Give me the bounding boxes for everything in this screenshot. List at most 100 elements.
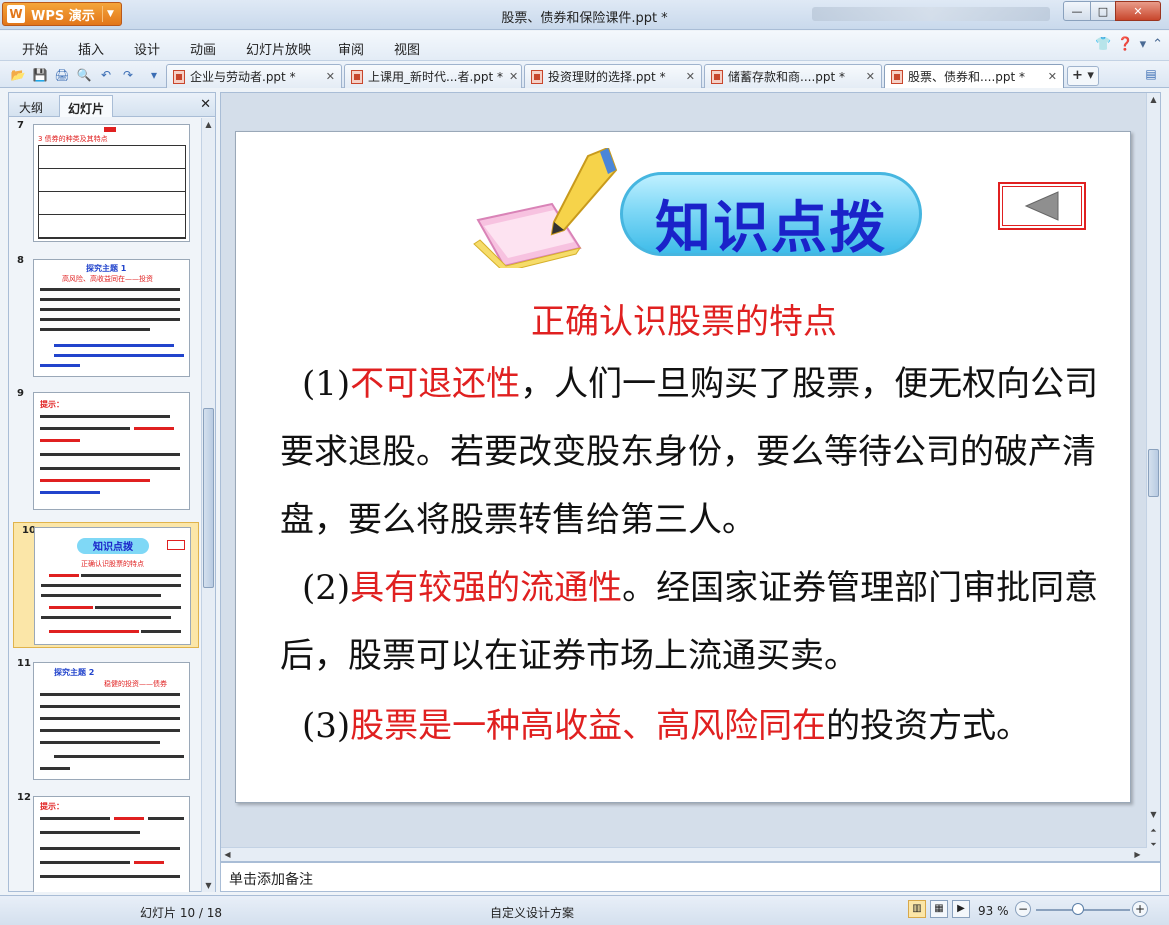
menu-design[interactable]: 设计 — [134, 39, 160, 58]
thumbnail-row-selected[interactable]: 10 知识点拨 正确认识股票的特点 — [13, 522, 199, 648]
editor-hscrollbar[interactable]: ◀ ▶ — [221, 847, 1147, 861]
close-icon[interactable]: ✕ — [860, 70, 875, 83]
thumb-line — [41, 584, 181, 587]
doc-tab-5[interactable]: 股票、债券和....ppt * ✕ — [884, 64, 1064, 88]
next-slide-icon[interactable]: ⏷ — [1147, 838, 1160, 851]
menu-slideshow[interactable]: 幻灯片放映 — [246, 39, 311, 58]
thumb-line — [114, 817, 144, 820]
undo-icon[interactable]: ↶ — [98, 67, 114, 83]
thumb-line — [54, 354, 184, 357]
thumb-line — [81, 574, 181, 577]
scrollbar-thumb[interactable] — [203, 408, 214, 588]
chevron-down-icon[interactable]: ▾ — [1140, 37, 1147, 52]
tab-slides[interactable]: 幻灯片 — [59, 95, 114, 117]
thumb-line — [40, 875, 180, 878]
thumb-line — [40, 288, 180, 291]
help-icon[interactable]: ❓ — [1117, 37, 1133, 52]
editor-vscrollbar[interactable]: ▲ ▼ ⏶ ⏷ — [1146, 93, 1160, 861]
save-icon[interactable]: 💾 — [32, 67, 48, 83]
menu-review[interactable]: 审阅 — [338, 39, 364, 58]
print-preview-icon[interactable]: 🔍 — [76, 67, 92, 83]
doc-tab-3[interactable]: 投资理财的选择.ppt * ✕ — [524, 64, 702, 88]
scroll-up-icon[interactable]: ▲ — [1147, 93, 1160, 106]
scroll-up-icon[interactable]: ▲ — [202, 118, 215, 131]
slide-thumbnail[interactable]: 提示： — [33, 796, 190, 892]
open-folder-icon[interactable]: 📂 — [10, 67, 26, 83]
notes-placeholder: 单击添加备注 — [229, 872, 313, 888]
close-icon[interactable]: ✕ — [1042, 70, 1057, 83]
scroll-down-icon[interactable]: ▼ — [1147, 808, 1160, 821]
menu-home[interactable]: 开始 — [22, 39, 48, 58]
panel-scrollbar[interactable]: ▲ ▼ — [201, 118, 215, 892]
thumb-subheading: 正确认识股票的特点 — [81, 560, 144, 568]
point-2-highlight: 具有较强的流通性 — [350, 568, 623, 608]
minimize-button[interactable]: — — [1063, 1, 1091, 21]
thumb-line — [41, 594, 161, 597]
slide-thumbnail[interactable]: 探究主题 2 稳健的投资——债券 — [33, 662, 190, 780]
title-bar: W WPS 演示 ▼ 股票、债券和保险课件.ppt * — □ ✕ — [0, 0, 1169, 30]
scroll-left-icon[interactable]: ◀ — [221, 848, 234, 861]
thumb-line — [40, 439, 80, 442]
thumbnail-row[interactable]: 11 探究主题 2 稳健的投资——债券 — [9, 656, 201, 786]
thumb-line — [40, 741, 160, 744]
customize-toolbar-icon[interactable]: ▾ — [146, 67, 162, 83]
ppt-file-icon — [351, 69, 363, 84]
doc-tab-2[interactable]: 上课用_新时代...者.ppt * ✕ — [344, 64, 522, 88]
ppt-file-icon — [173, 69, 185, 84]
close-button[interactable]: ✕ — [1115, 1, 1161, 21]
scroll-right-icon[interactable]: ▶ — [1131, 848, 1144, 861]
thumb-line — [40, 705, 180, 708]
thumb-line — [40, 491, 100, 494]
thumbnail-row[interactable]: 7 3 债券的种类及其特点 — [9, 118, 201, 248]
thumbnail-row[interactable]: 12 提示： — [9, 790, 201, 892]
slideshow-icon[interactable]: ▶ — [952, 900, 970, 918]
prev-slide-icon[interactable]: ⏶ — [1147, 824, 1160, 837]
menu-insert[interactable]: 插入 — [78, 39, 104, 58]
scrollbar-thumb[interactable] — [1148, 449, 1159, 497]
thumbnail-row[interactable]: 9 提示： — [9, 386, 201, 516]
collapse-ribbon-icon[interactable]: ⌃ — [1152, 37, 1163, 52]
point-1: (1)不可退还性，人们一旦购买了股票，便无权向公司要求退股。若要改变股东身份，要… — [280, 364, 1099, 540]
zoom-in-icon[interactable]: + — [1132, 901, 1148, 917]
doc-tab-4[interactable]: 储蓄存款和商....ppt * ✕ — [704, 64, 882, 88]
thumb-line — [40, 298, 180, 301]
redo-icon[interactable]: ↷ — [120, 67, 136, 83]
slide-sorter-icon[interactable]: ▦ — [930, 900, 948, 918]
slide-canvas[interactable]: 知识点拨 正确认识股票的特点 (1)不可退还性，人们一旦购买了股票，便无权向公司… — [235, 131, 1131, 803]
thumb-line — [54, 755, 184, 758]
back-button[interactable] — [998, 182, 1086, 230]
scroll-down-icon[interactable]: ▼ — [202, 879, 215, 892]
zoom-out-icon[interactable]: − — [1015, 901, 1031, 917]
view-buttons: ▥ ▦ ▶ — [908, 900, 970, 918]
menu-view[interactable]: 视图 — [394, 39, 420, 58]
slide-thumbnail[interactable]: 3 债券的种类及其特点 — [33, 124, 190, 242]
notes-area[interactable]: 单击添加备注 — [220, 862, 1161, 892]
thumb-heading: 提示： — [40, 400, 64, 409]
menu-animation[interactable]: 动画 — [190, 39, 216, 58]
slide-thumbnail[interactable]: 探究主题 1 高风险、高收益同在——投资 — [33, 259, 190, 377]
knowledge-banner: 知识点拨 — [620, 172, 922, 261]
maximize-button[interactable]: □ — [1090, 1, 1116, 21]
tab-list-icon[interactable]: ▤ — [1141, 67, 1161, 85]
tab-outline[interactable]: 大纲 — [11, 95, 51, 117]
normal-view-icon[interactable]: ▥ — [908, 900, 926, 918]
thumbnail-row[interactable]: 8 探究主题 1 高风险、高收益同在——投资 — [9, 253, 201, 383]
new-tab-button[interactable]: + ▾ — [1067, 66, 1099, 86]
print-icon[interactable]: 🖨 — [54, 67, 70, 83]
zoom-level: 93 % — [978, 904, 1009, 918]
shirt-icon[interactable]: 👕 — [1095, 37, 1111, 52]
design-scheme: 自定义设计方案 — [490, 906, 575, 920]
close-icon[interactable]: ✕ — [200, 97, 211, 112]
thumb-heading: 探究主题 1 — [86, 264, 127, 273]
slide-thumbnail[interactable]: 知识点拨 正确认识股票的特点 — [34, 527, 191, 645]
doc-tab-1[interactable]: 企业与劳动者.ppt * ✕ — [166, 64, 342, 88]
zoom-slider-handle[interactable] — [1072, 903, 1084, 915]
close-icon[interactable]: ✕ — [320, 70, 335, 83]
thumb-back-icon — [167, 540, 185, 550]
point-1-highlight: 不可退还性 — [350, 364, 521, 404]
slide-thumbnail[interactable]: 提示： — [33, 392, 190, 510]
thumb-line — [40, 308, 180, 311]
close-icon[interactable]: ✕ — [503, 70, 518, 83]
banner-text: 知识点拨 — [655, 196, 887, 261]
close-icon[interactable]: ✕ — [680, 70, 695, 83]
